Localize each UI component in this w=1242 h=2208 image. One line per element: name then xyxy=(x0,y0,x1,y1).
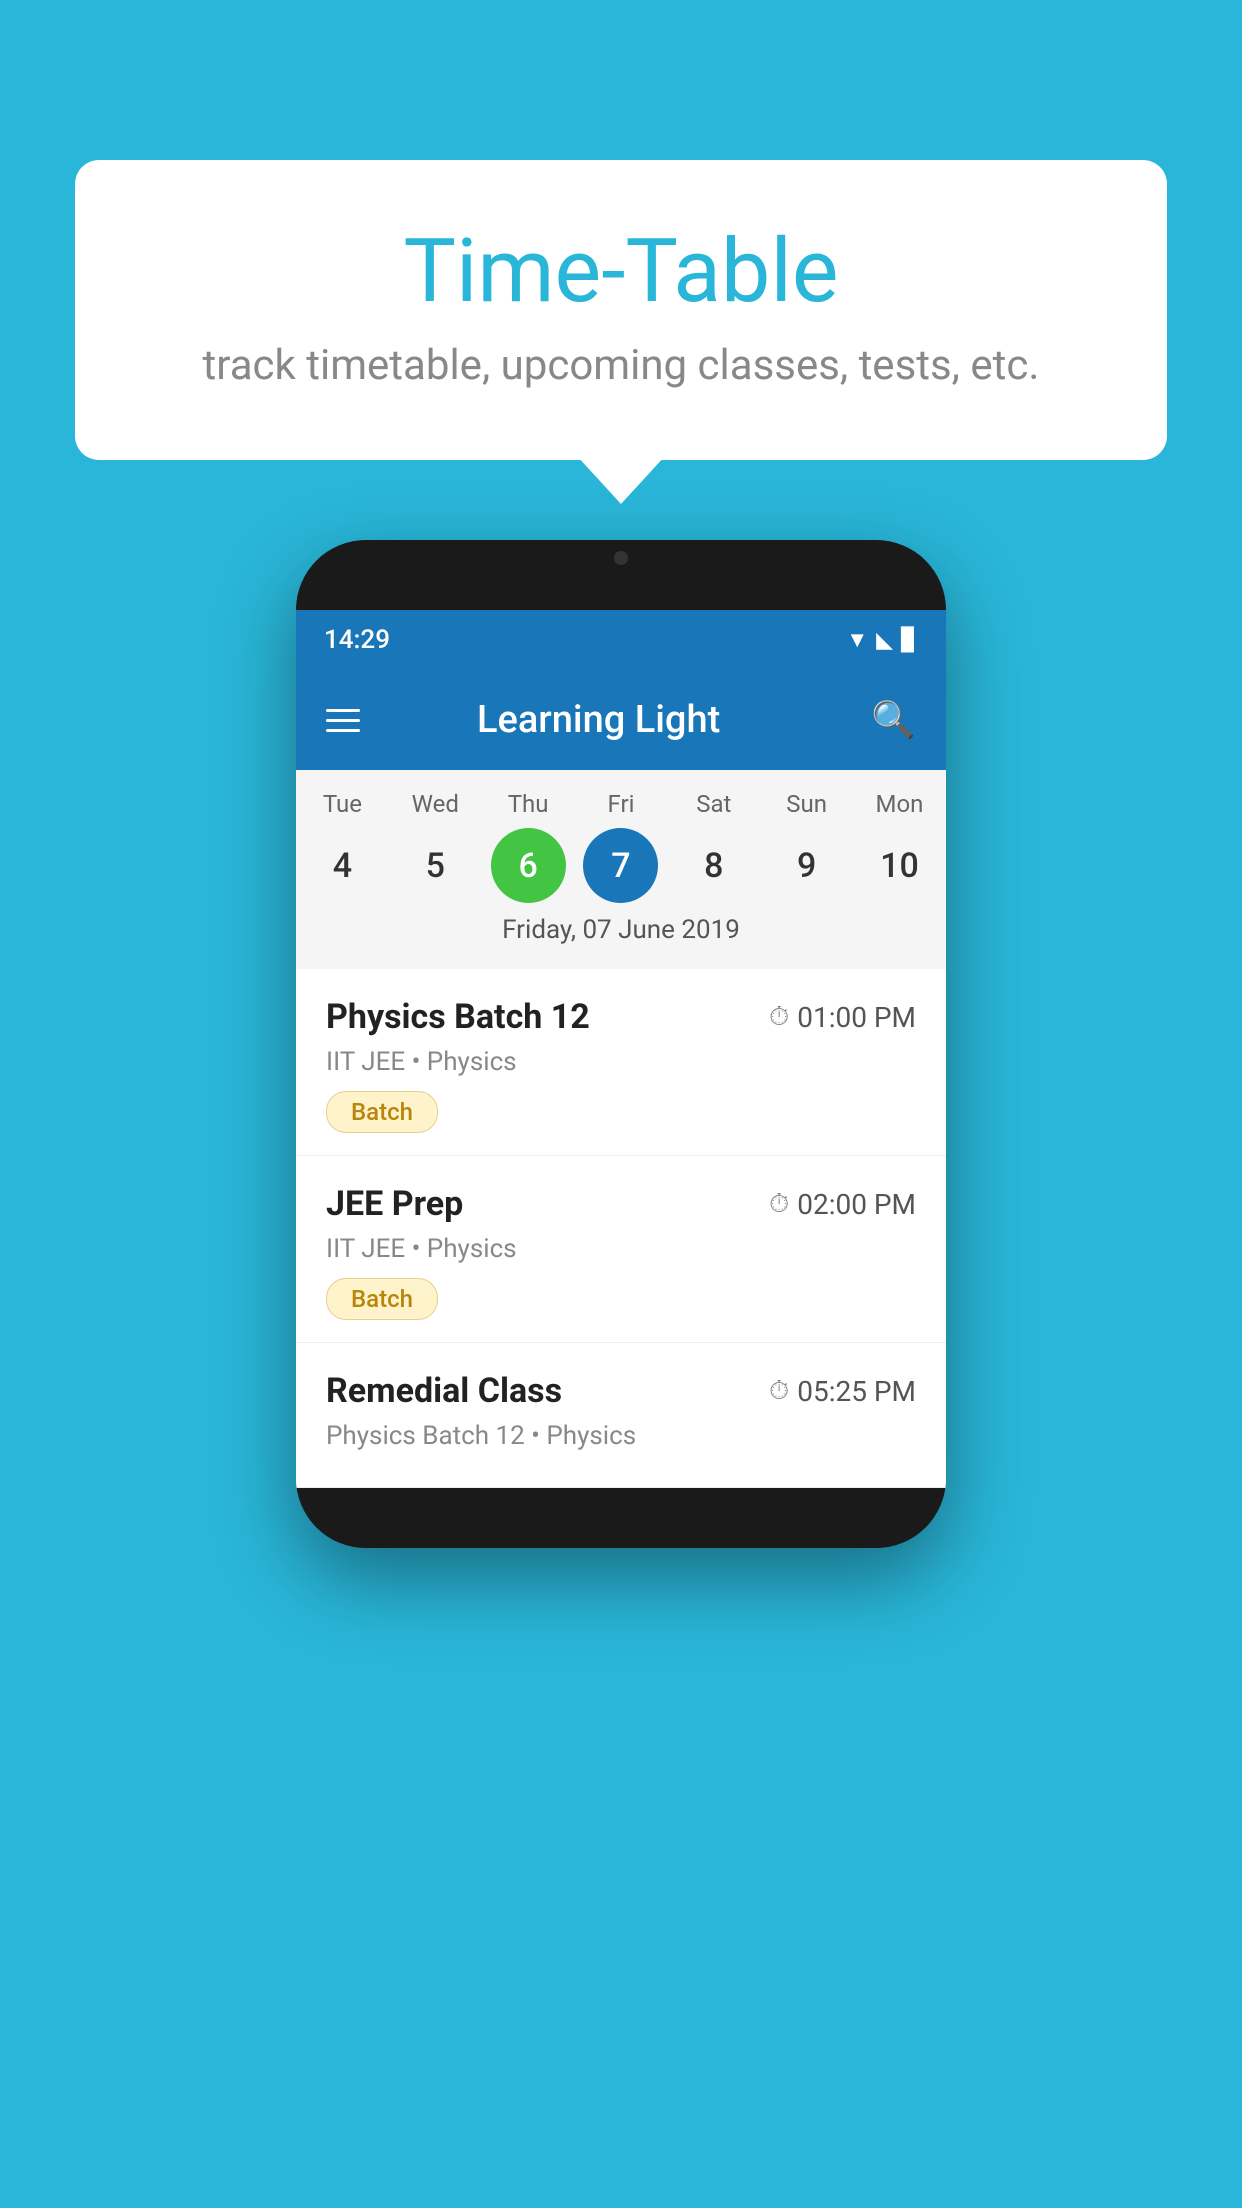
selected-date: Friday, 07 June 2019 xyxy=(296,915,946,959)
class-item-header-1: Physics Batch 12 ⏱ 01:00 PM xyxy=(326,997,916,1037)
speech-bubble: Time-Table track timetable, upcoming cla… xyxy=(75,160,1167,460)
batch-tag-1: Batch xyxy=(326,1091,438,1133)
class-item-2[interactable]: JEE Prep ⏱ 02:00 PM IIT JEE • Physics Ba… xyxy=(296,1156,946,1343)
class-name-3: Remedial Class xyxy=(326,1371,562,1411)
clock-icon-2: ⏱ xyxy=(769,1189,789,1220)
hamburger-line xyxy=(326,719,360,722)
day-headers: Tue Wed Thu Fri Sat Sun Mon xyxy=(296,790,946,818)
day-header-mon: Mon xyxy=(862,790,937,818)
front-camera xyxy=(614,551,628,565)
phone-notch xyxy=(561,540,681,576)
class-time-2: ⏱ 02:00 PM xyxy=(769,1188,916,1221)
day-10[interactable]: 10 xyxy=(862,828,937,903)
speech-bubble-container: Time-Table track timetable, upcoming cla… xyxy=(75,160,1167,460)
class-time-1: ⏱ 01:00 PM xyxy=(769,1001,916,1034)
bubble-subtitle: track timetable, upcoming classes, tests… xyxy=(155,341,1087,390)
class-time-text-3: 05:25 PM xyxy=(797,1375,916,1408)
calendar-strip: Tue Wed Thu Fri Sat Sun Mon 4 5 6 7 8 9 … xyxy=(296,770,946,969)
day-header-thu: Thu xyxy=(491,790,566,818)
day-4[interactable]: 4 xyxy=(305,828,380,903)
day-header-fri: Fri xyxy=(583,790,658,818)
day-9[interactable]: 9 xyxy=(769,828,844,903)
class-item-3[interactable]: Remedial Class ⏱ 05:25 PM Physics Batch … xyxy=(296,1343,946,1488)
day-7-selected[interactable]: 7 xyxy=(583,828,658,903)
class-meta-2: IIT JEE • Physics xyxy=(326,1234,916,1264)
day-5[interactable]: 5 xyxy=(398,828,473,903)
class-list: Physics Batch 12 ⏱ 01:00 PM IIT JEE • Ph… xyxy=(296,969,946,1488)
hamburger-line xyxy=(326,709,360,712)
class-name-1: Physics Batch 12 xyxy=(326,997,590,1037)
status-icons: ▼ ◣ ▊ xyxy=(846,627,918,653)
day-header-wed: Wed xyxy=(398,790,473,818)
app-bar: Learning Light 🔍 xyxy=(296,670,946,770)
hamburger-menu[interactable] xyxy=(326,709,360,732)
wifi-icon: ▼ xyxy=(846,627,868,653)
status-bar: 14:29 ▼ ◣ ▊ xyxy=(296,610,946,670)
day-header-sat: Sat xyxy=(676,790,751,818)
phone-mockup: 14:29 ▼ ◣ ▊ Learning Light 🔍 xyxy=(296,540,946,1548)
class-time-3: ⏱ 05:25 PM xyxy=(769,1375,916,1408)
class-item-header-3: Remedial Class ⏱ 05:25 PM xyxy=(326,1371,916,1411)
status-time: 14:29 xyxy=(324,625,390,655)
bottom-bezel xyxy=(296,1488,946,1548)
class-item-header-2: JEE Prep ⏱ 02:00 PM xyxy=(326,1184,916,1224)
signal-icon: ◣ xyxy=(876,628,893,653)
phone-container: 14:29 ▼ ◣ ▊ Learning Light 🔍 xyxy=(75,540,1167,1548)
search-icon[interactable]: 🔍 xyxy=(871,699,916,741)
class-time-text-2: 02:00 PM xyxy=(797,1188,916,1221)
day-8[interactable]: 8 xyxy=(676,828,751,903)
class-time-text-1: 01:00 PM xyxy=(797,1001,916,1034)
clock-icon-1: ⏱ xyxy=(769,1002,789,1033)
day-header-tue: Tue xyxy=(305,790,380,818)
class-meta-1: IIT JEE • Physics xyxy=(326,1047,916,1077)
day-6-today[interactable]: 6 xyxy=(491,828,566,903)
class-item-1[interactable]: Physics Batch 12 ⏱ 01:00 PM IIT JEE • Ph… xyxy=(296,969,946,1156)
class-name-2: JEE Prep xyxy=(326,1184,463,1224)
class-meta-3: Physics Batch 12 • Physics xyxy=(326,1421,916,1451)
screen: 14:29 ▼ ◣ ▊ Learning Light 🔍 xyxy=(296,610,946,1488)
batch-tag-2: Batch xyxy=(326,1278,438,1320)
day-header-sun: Sun xyxy=(769,790,844,818)
app-title: Learning Light xyxy=(356,698,841,742)
clock-icon-3: ⏱ xyxy=(769,1376,789,1407)
battery-icon: ▊ xyxy=(901,628,918,653)
day-numbers: 4 5 6 7 8 9 10 xyxy=(296,828,946,903)
hamburger-line xyxy=(326,729,360,732)
top-bezel xyxy=(296,540,946,610)
bubble-title: Time-Table xyxy=(155,220,1087,323)
